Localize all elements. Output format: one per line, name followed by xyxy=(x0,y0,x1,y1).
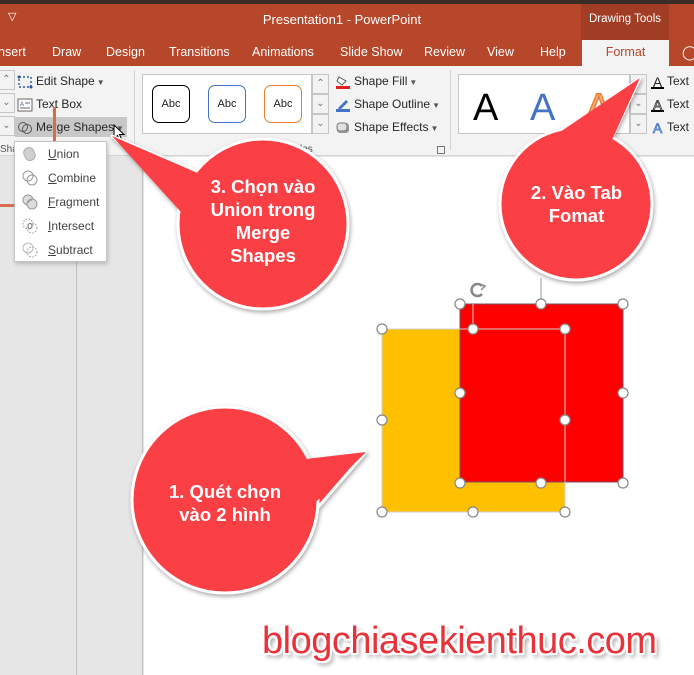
menu-item-combine[interactable]: Combine xyxy=(15,167,107,189)
callout-line: 2. Vào Tab xyxy=(530,182,623,203)
merge-shapes-menu: Union Combine Fragment Intersect Subtrac… xyxy=(14,141,107,262)
callout-line: 3. Chọn vào xyxy=(210,176,316,197)
callout-line: 1. Quét chọn xyxy=(168,481,282,502)
menu-item-label: Subtract xyxy=(48,243,93,257)
callout-line: Merge xyxy=(235,222,291,243)
callout-line: Fomat xyxy=(548,205,605,226)
rotate-handle-icon[interactable] xyxy=(470,282,487,298)
menu-item-intersect[interactable]: Intersect xyxy=(15,215,107,237)
watermark-text: blogchiasekienthuc.com xyxy=(262,620,657,662)
menu-item-label: Union xyxy=(48,147,80,161)
menu-item-label: Intersect xyxy=(48,219,95,233)
menu-item-label: Fragment xyxy=(48,195,100,209)
intersect-icon xyxy=(22,218,38,234)
callout-step-1-text: 1. Quét chọn vào 2 hình xyxy=(140,480,310,526)
callout-step-3-text: 3. Chọn vào Union trong Merge Shapes xyxy=(180,175,346,267)
fragment-icon xyxy=(22,194,38,210)
menu-item-subtract[interactable]: Subtract xyxy=(15,239,107,261)
menu-item-union[interactable]: Union xyxy=(15,143,107,165)
red-rectangle[interactable] xyxy=(459,303,624,483)
callout-step-2 xyxy=(498,76,654,282)
callout-line: Union trong xyxy=(210,199,316,220)
menu-item-label: Combine xyxy=(48,171,97,185)
callout-line: vào 2 hình xyxy=(179,504,271,525)
subtract-icon xyxy=(22,242,38,258)
union-icon xyxy=(23,147,36,161)
callout-line: Shapes xyxy=(230,245,296,266)
menu-item-fragment[interactable]: Fragment xyxy=(15,191,107,213)
powerpoint-window: ▽ Presentation1 - PowerPoint Drawing Too… xyxy=(0,0,694,675)
overlay-layer xyxy=(110,76,654,595)
callout-step-2-text: 2. Vào Tab Fomat xyxy=(504,181,649,227)
combine-icon xyxy=(22,170,38,186)
